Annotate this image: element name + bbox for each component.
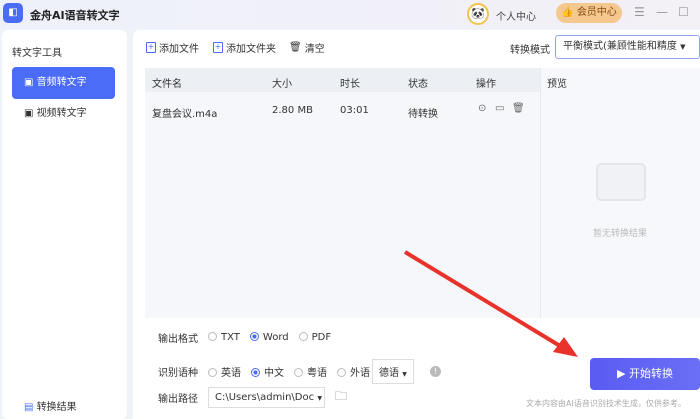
red-arrow-annotation [403,250,578,357]
